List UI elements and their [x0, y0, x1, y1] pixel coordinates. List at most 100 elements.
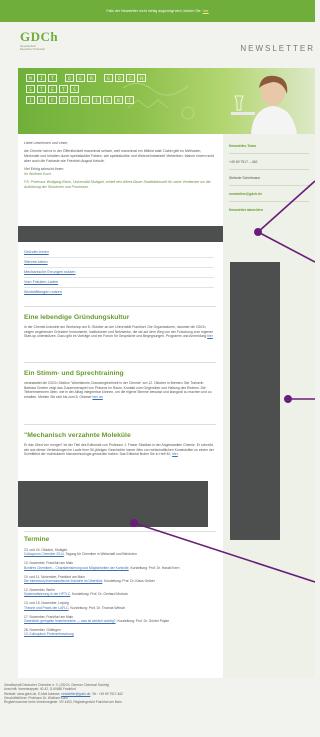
banner-letter-tile: N	[37, 96, 46, 104]
event-link[interactable]: Die intensivst pharmazeutische Industrie…	[24, 579, 102, 583]
banner-letter-tile: I	[26, 96, 35, 104]
greeting: Liebe Leserinnen und Leser,	[24, 141, 69, 145]
banner-letter-tile: E	[103, 96, 112, 104]
event-item: 17. November, Frankfurt am Main Gesetzli…	[24, 615, 216, 624]
event-link[interactable]: Colloquium Chemiker 2014	[24, 552, 64, 556]
article-title: Eine lebendige Gründungskultur	[24, 314, 130, 321]
notice-link[interactable]: hier	[203, 9, 209, 13]
divider	[24, 362, 216, 363]
hero-banner: MITDERGDCH STETS INFORMIERT	[18, 68, 315, 134]
logo-subtitle-2: Deutscher Chemiker	[20, 48, 46, 51]
event-item: 10. November, Frankfurt am Main Bonfires…	[24, 561, 216, 570]
banner-letter-tile: M	[26, 74, 35, 82]
divider	[24, 424, 216, 425]
notice-text: Falls der Newsletter nicht richtig angez…	[106, 9, 201, 13]
banner-letter-tile: E	[48, 85, 57, 93]
footer-line: Website: www.gdch.de, E-Mail Adresse:	[4, 691, 61, 696]
article-link[interactable]: hier	[207, 334, 213, 338]
divider	[229, 185, 309, 186]
banner-letter-tile: R	[70, 96, 79, 104]
events-section: Termine 23. und 24. Oktober, Stuttgart C…	[24, 536, 216, 641]
postscript: PS: Professor Wolfgang Eisen, Universitä…	[24, 180, 211, 189]
intro-paragraph: die Chemie hat es in der Öffentlichkeit …	[24, 149, 214, 163]
newsletter-header: GDCh Gesellschaft Deutscher Chemiker NEW…	[18, 26, 315, 68]
article-text: Er das Glied von morgen" ist der Titel d…	[24, 443, 214, 457]
banner-letter-tile: S	[70, 85, 79, 93]
divider	[229, 153, 309, 154]
divider	[24, 531, 216, 532]
banner-letter-tile: T	[48, 74, 57, 82]
event-link[interactable]: Bonfires Chemikeri... Charakterisierung …	[24, 566, 129, 570]
banner-letter-tile: T	[59, 85, 68, 93]
banner-letter-tile	[59, 74, 63, 82]
event-link[interactable]: Gesetzlich geregelte Innenbereiche — was…	[24, 619, 116, 623]
sidebar-team-label: Newsletter-Team	[229, 144, 256, 148]
banner-letter-tile: F	[48, 96, 57, 104]
article-title: Ein Stimm- und Sprechtraining	[24, 370, 124, 377]
banner-letter-tile	[98, 74, 102, 82]
banner-letter-tile: M	[81, 96, 90, 104]
toc-link[interactable]: Gründer-Innen	[24, 248, 214, 257]
browser-view-notice: Falls der Newsletter nicht richtig angez…	[0, 0, 315, 22]
article-text: veranstaltet die GDCh-Sektion "Arbeitskr…	[24, 381, 212, 399]
banner-letter-tile: R	[87, 74, 96, 82]
article-title: "Mechanisch verzahnte Moleküle	[24, 432, 131, 439]
sidebar-phone: +49 69 7917 – 462	[229, 160, 258, 164]
footer-line: , Tel.: +49 69 7917-462	[90, 691, 123, 696]
event-item: 12. November, Berlin Systematisierung in…	[24, 588, 216, 597]
event-link[interactable]: Theorie und Praxis der LAFLC	[24, 606, 69, 610]
event-item: 13. und 15. November, Leipzig Theorie un…	[24, 601, 216, 610]
imprint-footer: Gesellschaft Deutscher Chemiker e. V. (G…	[4, 683, 304, 704]
toc-link[interactable]: Vom Fräulein-Laden	[24, 278, 214, 287]
event-item: 28. November, Göttingen 10. Kolloquium P…	[24, 628, 216, 637]
redacted-block-2	[18, 481, 208, 527]
banner-letter-tile: G	[104, 74, 113, 82]
event-detail: , Kursleitung: Prof. Dr. Gerhard Morlock	[70, 592, 128, 597]
banner-row-2: STETS	[26, 85, 79, 93]
toc-link[interactable]: Stimme-Ideen	[24, 258, 214, 267]
event-detail: , Kursleitung: Prof. Dr. Harald Kern	[128, 565, 180, 570]
table-of-contents: Gründer-Innen Stimme-Ideen Mechanische E…	[24, 248, 214, 297]
event-detail: , Tagung für Chemiker in Wirtschaft und …	[63, 552, 137, 557]
formula-scribble-decoration	[118, 78, 208, 130]
main-content: Liebe Leserinnen und Leser, die Chemie h…	[18, 134, 223, 678]
footer-line: Registernummer beim Vereinsregister: VR …	[4, 700, 122, 705]
contact-sidebar: Newsletter-Team +49 69 7917 – 462 Stefan…	[223, 134, 315, 678]
divider	[24, 306, 216, 307]
editorial-intro: Liebe Leserinnen und Leser, die Chemie h…	[24, 141, 214, 193]
redacted-block-1	[18, 226, 223, 242]
newsletter-title: NEWSLETTER	[240, 44, 315, 53]
divider	[229, 201, 309, 202]
toc-link[interactable]: Mechanische Errungen nutzen	[24, 268, 214, 277]
banner-letter-tile: I	[37, 74, 46, 82]
banner-letter-tile: I	[92, 96, 101, 104]
signature: Ihr Wolfram Koch	[24, 172, 51, 176]
gdch-logo[interactable]: GDCh Gesellschaft Deutscher Chemiker	[20, 29, 59, 59]
footer-email-link[interactable]: newsletter@gdch.de	[61, 692, 90, 696]
banner-letter-tile: E	[76, 74, 85, 82]
redacted-block-3	[230, 262, 280, 540]
event-detail: , Kursleitung: Prof. Dr. Günter Papke	[115, 618, 170, 623]
event-link[interactable]: 10. Kolloquium Proteomforschung	[24, 632, 74, 636]
event-detail: , Kursleitung: Prof. Dr. Klaus Gröber	[102, 579, 155, 584]
event-item: 10. und 11. November, Frankfurt am Main …	[24, 575, 216, 584]
sidebar-contact-name: Stefanie Scheitmann	[229, 176, 261, 180]
scientist-photo	[231, 75, 297, 134]
sidebar-unsubscribe-link[interactable]: Newsletter abmelden	[229, 208, 309, 212]
sidebar-email-link[interactable]: newsletter@gdch.de	[229, 192, 309, 196]
toc-link[interactable]: Wortstiftfungen nutzen	[24, 288, 214, 297]
banner-letter-tile: D	[65, 74, 74, 82]
banner-letter-tile: T	[37, 85, 46, 93]
article-section: "Mechanisch verzahnte Moleküle Er das Gl…	[24, 432, 216, 457]
closing-line: Viel Erfolg wünscht Ihnen	[24, 167, 64, 171]
article-section: Ein Stimm- und Sprechtraining veranstalt…	[24, 370, 216, 399]
event-link[interactable]: Systematisierung in der HPTLC	[24, 592, 70, 596]
article-link[interactable]: hier	[172, 452, 178, 456]
article-text: In der Chemie-Industrie am Workshop am 8…	[24, 325, 214, 339]
events-title: Termine	[24, 536, 50, 543]
logo-wordmark: GDCh	[20, 29, 59, 44]
article-link[interactable]: hier an	[92, 395, 102, 399]
article-section: Eine lebendige Gründungskultur In der Ch…	[24, 314, 216, 339]
event-item: 23. und 24. Oktober, Stuttgart Colloquiu…	[24, 548, 216, 557]
banner-letter-tile: O	[59, 96, 68, 104]
